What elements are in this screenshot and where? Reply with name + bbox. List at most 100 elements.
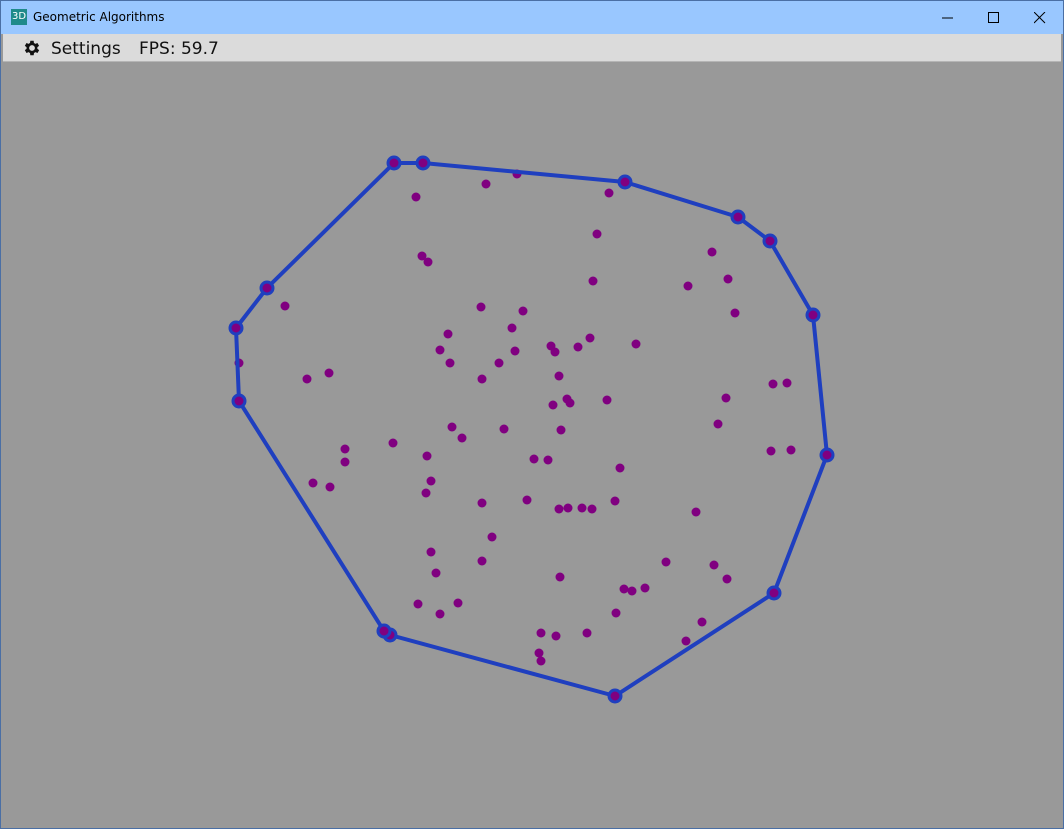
point bbox=[413, 599, 423, 609]
menu-bar: Settings FPS: 59.7 bbox=[3, 34, 1061, 62]
point bbox=[550, 347, 560, 357]
point bbox=[577, 503, 587, 513]
point bbox=[536, 628, 546, 638]
point bbox=[431, 568, 441, 578]
hull-vertex bbox=[376, 623, 392, 639]
point bbox=[510, 346, 520, 356]
hull-vertex bbox=[805, 307, 821, 323]
fps-counter: FPS: 59.7 bbox=[139, 39, 219, 59]
point bbox=[627, 586, 637, 596]
window-title: Geometric Algorithms bbox=[33, 10, 165, 24]
point bbox=[730, 308, 740, 318]
convex-hull-edge bbox=[234, 161, 829, 698]
point bbox=[499, 424, 509, 434]
maximize-icon bbox=[988, 12, 999, 23]
app-window: 3D Geometric Algorithms Settings FPS: 59… bbox=[0, 0, 1064, 829]
point bbox=[426, 476, 436, 486]
point bbox=[422, 451, 432, 461]
point bbox=[548, 400, 558, 410]
point bbox=[610, 496, 620, 506]
point bbox=[588, 276, 598, 286]
point bbox=[324, 368, 334, 378]
minimize-icon bbox=[942, 17, 953, 19]
hull-vertex bbox=[762, 233, 778, 249]
point bbox=[585, 333, 595, 343]
point bbox=[573, 342, 583, 352]
point bbox=[340, 457, 350, 467]
hull-vertex bbox=[819, 447, 835, 463]
title-bar[interactable]: 3D Geometric Algorithms bbox=[1, 1, 1063, 34]
point bbox=[709, 560, 719, 570]
point bbox=[325, 482, 335, 492]
hull-vertex bbox=[766, 585, 782, 601]
point bbox=[582, 628, 592, 638]
point bbox=[477, 498, 487, 508]
point bbox=[681, 636, 691, 646]
point bbox=[713, 419, 723, 429]
point bbox=[447, 422, 457, 432]
point bbox=[556, 425, 566, 435]
point bbox=[457, 433, 467, 443]
point bbox=[640, 583, 650, 593]
hull-vertex bbox=[386, 155, 402, 171]
point bbox=[340, 444, 350, 454]
point bbox=[421, 488, 431, 498]
point bbox=[536, 656, 546, 666]
hull-vertex bbox=[259, 280, 275, 296]
point bbox=[631, 339, 641, 349]
render-canvas[interactable] bbox=[3, 62, 1061, 827]
hull-vertex bbox=[617, 174, 633, 190]
point bbox=[722, 574, 732, 584]
settings-menu[interactable]: Settings bbox=[51, 39, 121, 59]
point bbox=[554, 504, 564, 514]
close-button[interactable] bbox=[1017, 1, 1063, 34]
point bbox=[551, 631, 561, 641]
hull-vertex bbox=[730, 209, 746, 225]
point bbox=[423, 257, 433, 267]
convex-hull-scene[interactable] bbox=[3, 62, 1061, 827]
point bbox=[565, 398, 575, 408]
point bbox=[602, 395, 612, 405]
point bbox=[443, 329, 453, 339]
point bbox=[411, 192, 421, 202]
point bbox=[554, 371, 564, 381]
hull-vertex bbox=[415, 155, 431, 171]
minimize-button[interactable] bbox=[925, 1, 971, 34]
point bbox=[555, 572, 565, 582]
point bbox=[619, 584, 629, 594]
app-icon: 3D bbox=[11, 9, 27, 25]
gear-icon[interactable] bbox=[22, 38, 42, 58]
point bbox=[435, 345, 445, 355]
point bbox=[697, 617, 707, 627]
point bbox=[477, 374, 487, 384]
point bbox=[534, 648, 544, 658]
hull-vertex bbox=[607, 688, 623, 704]
maximize-button[interactable] bbox=[971, 1, 1017, 34]
point bbox=[518, 306, 528, 316]
point bbox=[494, 358, 504, 368]
point bbox=[388, 438, 398, 448]
point bbox=[592, 229, 602, 239]
point bbox=[768, 379, 778, 389]
point bbox=[302, 374, 312, 384]
point bbox=[691, 507, 701, 517]
point bbox=[529, 454, 539, 464]
close-icon bbox=[1034, 12, 1046, 24]
point bbox=[543, 455, 553, 465]
point bbox=[615, 463, 625, 473]
point bbox=[477, 556, 487, 566]
point bbox=[476, 302, 486, 312]
point bbox=[308, 478, 318, 488]
point bbox=[707, 247, 717, 257]
point bbox=[782, 378, 792, 388]
point bbox=[683, 281, 693, 291]
point bbox=[487, 532, 497, 542]
point bbox=[661, 557, 671, 567]
point bbox=[280, 301, 290, 311]
point bbox=[721, 393, 731, 403]
point bbox=[426, 547, 436, 557]
point bbox=[563, 503, 573, 513]
hull-vertex bbox=[228, 320, 244, 336]
point bbox=[766, 446, 776, 456]
hull-vertex bbox=[231, 393, 247, 409]
